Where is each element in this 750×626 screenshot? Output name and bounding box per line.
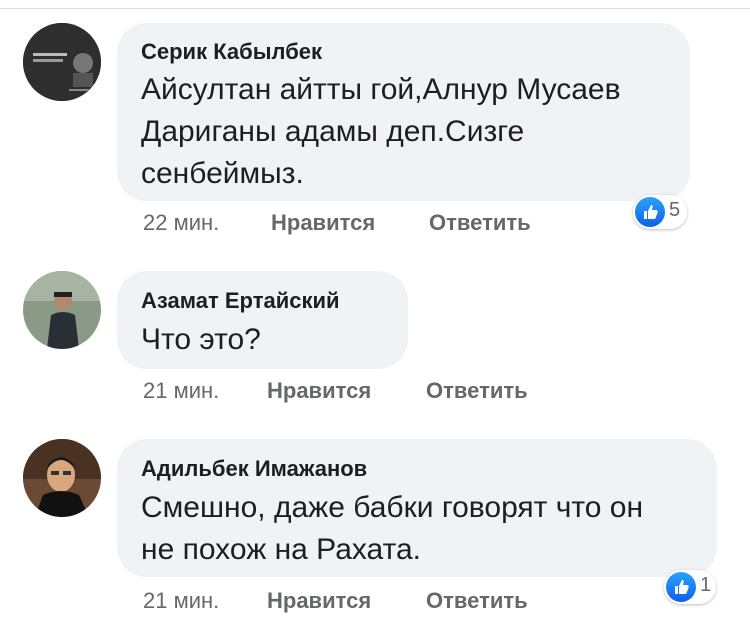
comment-text: Что это? [141,319,261,361]
top-divider [0,0,750,9]
comment-line: Дариганы адамы деп.Сизге [141,115,525,148]
comment-bubble: Адильбек Имажанов Смешно, даже бабки гов… [117,439,717,577]
avatar[interactable] [23,271,101,349]
comment-line: сенбеймыз. [141,157,304,190]
comment-author[interactable]: Адильбек Имажанов [141,456,367,482]
reply-button[interactable]: Ответить [429,210,531,236]
avatar[interactable] [23,439,101,517]
comment-line: Что это? [141,323,261,356]
reaction-count: 5 [669,199,681,221]
comment-text: Смешно, даже бабки говорят что он не пох… [141,487,643,571]
reaction-count: 1 [700,574,712,596]
comment-line: Айсултан айтты гой,Алнур Мусаев [141,73,621,106]
comment-time[interactable]: 21 мин. [143,588,219,614]
like-button[interactable]: Нравится [267,588,371,614]
comment-bubble: Серик Кабылбек Айсултан айтты гой,Алнур … [117,23,690,201]
comment-author[interactable]: Серик Кабылбек [141,39,322,65]
comment-bubble: Азамат Ертайский Что это? [117,271,408,369]
like-button[interactable]: Нравится [267,378,371,404]
comment-text: Айсултан айтты гой,Алнур Мусаев Дариганы… [141,69,621,195]
reaction-summary[interactable]: 1 [664,570,716,604]
comment-line: не похож на Рахата. [141,533,421,566]
comment-time[interactable]: 21 мин. [143,378,219,404]
like-icon [635,197,665,227]
reaction-summary[interactable]: 5 [633,195,687,229]
reply-button[interactable]: Ответить [426,588,528,614]
like-button[interactable]: Нравится [271,210,375,236]
like-icon [666,572,696,602]
avatar[interactable] [23,23,101,101]
comment-line: Смешно, даже бабки говорят что он [141,491,644,524]
reply-button[interactable]: Ответить [426,378,528,404]
comment-author[interactable]: Азамат Ертайский [141,288,340,314]
comment-time[interactable]: 22 мин. [143,210,219,236]
